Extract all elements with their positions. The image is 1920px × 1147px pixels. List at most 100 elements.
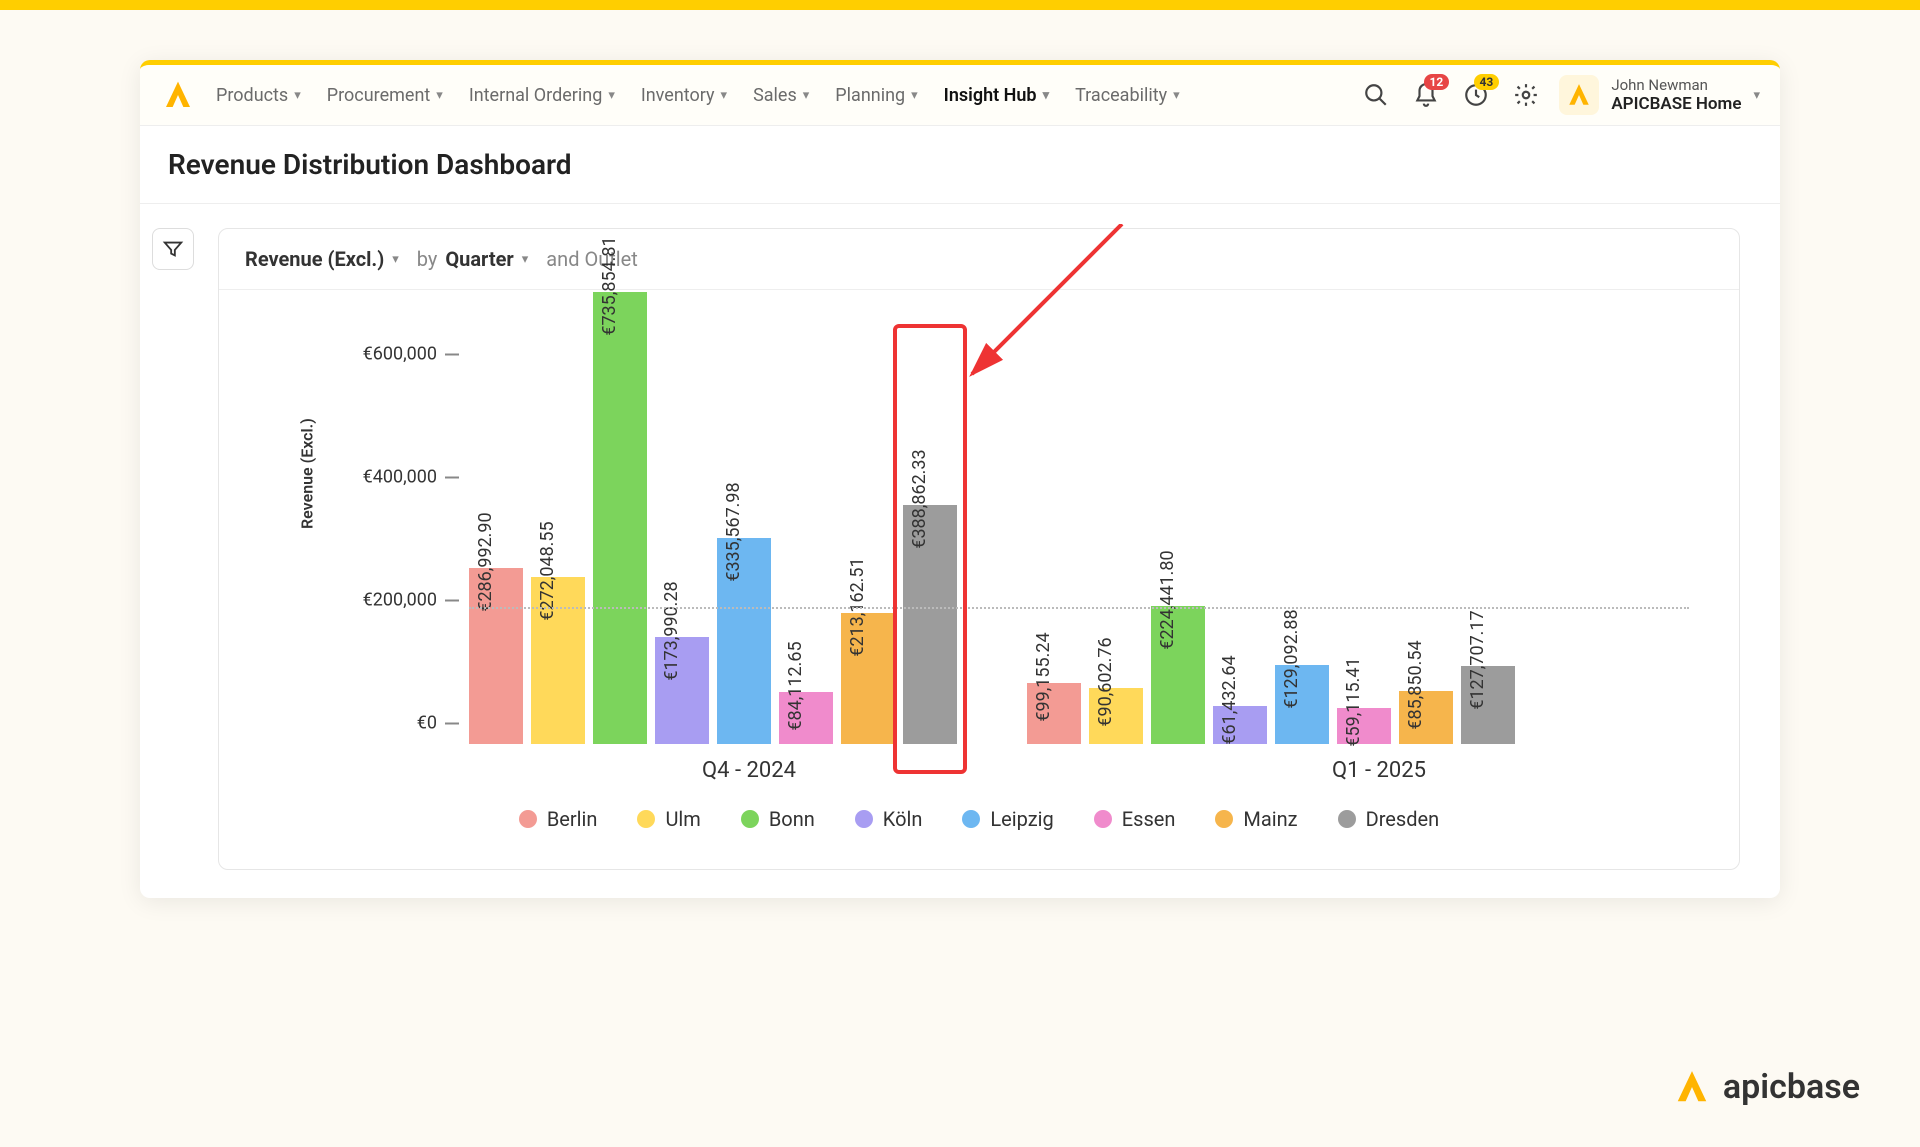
nav-item-internal-ordering[interactable]: Internal Ordering▾ bbox=[469, 85, 615, 106]
filter-button[interactable] bbox=[152, 228, 194, 270]
groupby-dropdown[interactable]: by Quarter ▾ bbox=[417, 247, 529, 271]
legend-label: Bonn bbox=[769, 807, 815, 831]
bar-value-label: €90,602.76 bbox=[1095, 638, 1116, 727]
bar[interactable]: €272,048.55 bbox=[531, 314, 585, 744]
page-title-row: Revenue Distribution Dashboard bbox=[140, 126, 1780, 204]
bar-value-label: €335,567.98 bbox=[723, 482, 744, 581]
chevron-down-icon: ▾ bbox=[1043, 88, 1050, 103]
legend-swatch bbox=[637, 810, 655, 828]
bar[interactable]: €286,992.90 bbox=[469, 314, 523, 744]
x-axis-ticks: Q4 - 2024Q1 - 2025 bbox=[469, 758, 1659, 783]
bar-value-label: €286,992.90 bbox=[475, 512, 496, 611]
legend-item[interactable]: Leipzig bbox=[962, 807, 1053, 831]
bell-icon[interactable]: 12 bbox=[1413, 82, 1439, 108]
legend-item[interactable]: Essen bbox=[1094, 807, 1176, 831]
nav-item-procurement[interactable]: Procurement▾ bbox=[327, 85, 443, 106]
bar-value-label: €59,115.41 bbox=[1343, 657, 1364, 746]
legend: Berlin Ulm Bonn Köln Leipzig Essen Mainz Dresde… bbox=[249, 783, 1709, 859]
y-tick: €600,000 bbox=[363, 344, 459, 365]
plot-inner: €286,992.90 €272,048.55 €735,854.81€173,99… bbox=[469, 314, 1689, 744]
user-menu[interactable]: John Newman APICBASE Home ▾ bbox=[1559, 75, 1760, 115]
legend-label: Ulm bbox=[665, 807, 700, 831]
user-name: John Newman bbox=[1611, 76, 1741, 94]
chart-controls: Revenue (Excl.) ▾ by Quarter ▾ and Outle… bbox=[219, 229, 1739, 290]
chevron-down-icon: ▾ bbox=[803, 88, 810, 103]
nav-item-traceability[interactable]: Traceability▾ bbox=[1075, 85, 1180, 106]
legend-label: Köln bbox=[883, 807, 923, 831]
inbox-badge: 43 bbox=[1474, 74, 1500, 90]
search-icon[interactable] bbox=[1363, 82, 1389, 108]
chevron-down-icon: ▾ bbox=[522, 252, 529, 267]
page-title: Revenue Distribution Dashboard bbox=[168, 148, 1752, 181]
bar-value-label: €99,155.24 bbox=[1033, 632, 1054, 721]
bar[interactable]: €61,432.64 bbox=[1213, 314, 1267, 744]
bar-value-label: €127,707.17 bbox=[1467, 610, 1488, 709]
bar[interactable]: €173,990.28 bbox=[655, 314, 709, 744]
legend-item[interactable]: Bonn bbox=[741, 807, 815, 831]
by-label: by bbox=[417, 247, 438, 271]
bar[interactable]: €84,112.65 bbox=[779, 314, 833, 744]
legend-item[interactable]: Mainz bbox=[1215, 807, 1297, 831]
bar[interactable]: €335,567.98 bbox=[717, 314, 771, 744]
bar[interactable]: €85,850.54 bbox=[1399, 314, 1453, 744]
legend-item[interactable]: Ulm bbox=[637, 807, 700, 831]
metric-dropdown[interactable]: Revenue (Excl.) ▾ bbox=[245, 247, 399, 271]
bar-value-label: €84,112.65 bbox=[785, 642, 806, 731]
legend-swatch bbox=[1215, 810, 1233, 828]
app-header: Products▾ Procurement▾ Internal Ordering▾ I… bbox=[140, 65, 1780, 126]
legend-swatch bbox=[741, 810, 759, 828]
legend-swatch bbox=[855, 810, 873, 828]
chevron-down-icon: ▾ bbox=[1173, 88, 1180, 103]
main-nav: Products▾ Procurement▾ Internal Ordering▾ I… bbox=[216, 85, 1363, 106]
y-tick: €400,000 bbox=[363, 467, 459, 488]
chevron-down-icon: ▾ bbox=[294, 88, 301, 103]
bar-group: €286,992.90 €272,048.55 €735,854.81€173,99… bbox=[469, 314, 957, 744]
legend-item[interactable]: Köln bbox=[855, 807, 923, 831]
nav-item-inventory[interactable]: Inventory▾ bbox=[641, 85, 727, 106]
inbox-icon[interactable]: 43 bbox=[1463, 82, 1489, 108]
nav-item-products[interactable]: Products▾ bbox=[216, 85, 301, 106]
chevron-down-icon: ▾ bbox=[721, 88, 728, 103]
bar[interactable]: €90,602.76 bbox=[1089, 314, 1143, 744]
bar[interactable]: €735,854.81 bbox=[593, 314, 647, 744]
notifications-badge: 12 bbox=[1424, 74, 1450, 90]
chevron-down-icon: ▾ bbox=[436, 88, 443, 103]
bar[interactable]: €129,092.88 bbox=[1275, 314, 1329, 744]
gear-icon[interactable] bbox=[1513, 82, 1539, 108]
x-tick: Q1 - 2025 bbox=[1099, 758, 1659, 783]
chart-area: Revenue (Excl.) €0€200,000€400,000€600,0… bbox=[219, 290, 1739, 869]
chart-plot: Revenue (Excl.) €0€200,000€400,000€600,0… bbox=[319, 314, 1709, 744]
legend-item[interactable]: Berlin bbox=[519, 807, 598, 831]
bar-value-label: €735,854.81 bbox=[599, 236, 620, 335]
and-outlet-label[interactable]: and Outlet bbox=[546, 247, 638, 271]
bar[interactable]: €213,162.51 bbox=[841, 314, 895, 744]
user-org: APICBASE Home bbox=[1611, 94, 1741, 114]
y-axis: €0€200,000€400,000€600,000 bbox=[349, 314, 459, 744]
bar[interactable]: €127,707.17 bbox=[1461, 314, 1515, 744]
brand-logo-icon[interactable] bbox=[160, 77, 196, 113]
legend-label: Dresden bbox=[1366, 807, 1440, 831]
bar[interactable]: €59,115.41 bbox=[1337, 314, 1391, 744]
legend-swatch bbox=[519, 810, 537, 828]
y-tick: €0 bbox=[417, 713, 459, 734]
bar-value-label: €272,048.55 bbox=[537, 521, 558, 620]
bar[interactable]: €388,862.33 bbox=[903, 314, 957, 744]
chevron-down-icon: ▾ bbox=[392, 252, 399, 267]
legend-label: Leipzig bbox=[990, 807, 1053, 831]
bar-group: €99,155.24 €90,602.76 €224,441.80 €61,432.6… bbox=[1027, 314, 1515, 744]
chart-card: Revenue (Excl.) ▾ by Quarter ▾ and Outle… bbox=[218, 228, 1740, 870]
bar-value-label: €388,862.33 bbox=[909, 449, 930, 548]
chevron-down-icon: ▾ bbox=[911, 88, 918, 103]
average-line bbox=[469, 607, 1689, 609]
bar[interactable]: €99,155.24 bbox=[1027, 314, 1081, 744]
nav-item-insight-hub[interactable]: Insight Hub▾ bbox=[944, 85, 1049, 106]
legend-label: Berlin bbox=[547, 807, 598, 831]
app-window: Products▾ Procurement▾ Internal Ordering▾ I… bbox=[140, 60, 1780, 898]
header-icon-group: 12 43 bbox=[1363, 82, 1539, 108]
nav-item-planning[interactable]: Planning▾ bbox=[835, 85, 917, 106]
legend-item[interactable]: Dresden bbox=[1338, 807, 1440, 831]
nav-item-sales[interactable]: Sales▾ bbox=[753, 85, 809, 106]
bar-value-label: €61,432.64 bbox=[1219, 656, 1240, 745]
bar[interactable]: €224,441.80 bbox=[1151, 314, 1205, 744]
bar-value-label: €129,092.88 bbox=[1281, 609, 1302, 708]
